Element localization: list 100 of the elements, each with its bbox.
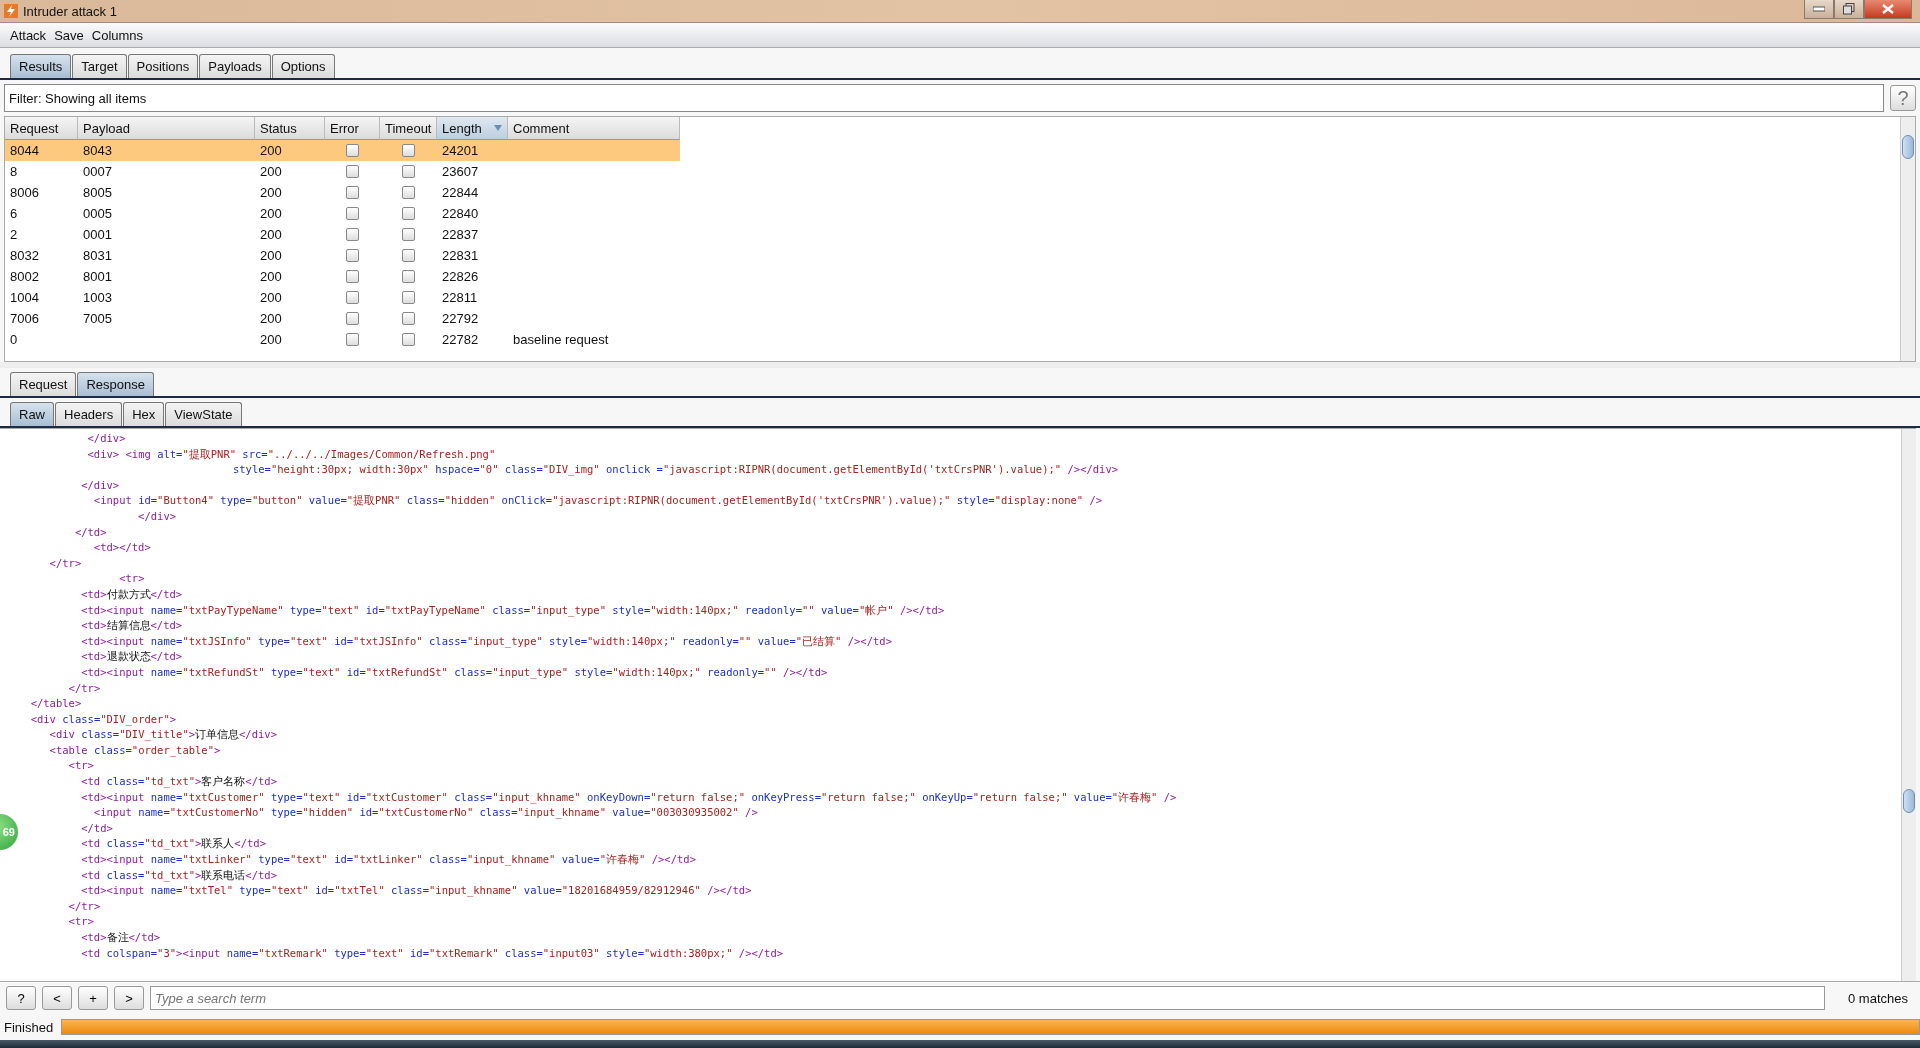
search-button[interactable]: < (42, 986, 72, 1010)
code-line: <td><input name="txtCustomer" type="text" id="txtCustomer" class="input_khname" onKeyDown="return false;" onKeyPress="return false;" onKeyUp="return false;" value="许春梅" /> (80, 789, 1177, 806)
menu-item[interactable]: Attack (10, 27, 47, 43)
scrollbar[interactable] (1901, 429, 1916, 981)
table-cell: 200 (260, 185, 282, 200)
search-button[interactable]: + (78, 986, 108, 1010)
menu-item[interactable]: Save (54, 27, 84, 43)
code-line: </table> (29, 696, 82, 712)
close-icon (1882, 4, 1894, 14)
code-line: <tr> (118, 571, 145, 587)
table-cell: 22792 (442, 311, 479, 326)
close-button[interactable] (1864, 0, 1912, 19)
search-button[interactable]: ? (6, 986, 36, 1010)
tab[interactable]: Hex (123, 402, 165, 426)
filter-bar[interactable]: Filter: Showing all items (4, 84, 1884, 112)
tab[interactable]: Positions (127, 54, 199, 78)
table-row[interactable]: 6 0005 200 22840 (5, 203, 680, 224)
checkbox[interactable] (346, 270, 359, 283)
checkbox[interactable] (346, 312, 359, 325)
tab[interactable]: Headers (55, 402, 123, 426)
code-line: <td></td> (92, 540, 151, 556)
checkbox[interactable] (402, 207, 415, 220)
code-line: <tr> (67, 758, 94, 774)
table-row[interactable]: 0 200 22782 baseline request (5, 329, 680, 350)
checkbox[interactable] (346, 228, 359, 241)
table-cell: 24201 (442, 143, 479, 158)
code-line: </div> (80, 477, 120, 493)
tab[interactable]: ViewState (165, 402, 242, 426)
restore-button[interactable] (1834, 0, 1864, 19)
code-line: <td class="td_txt">客户名称</td> (80, 774, 277, 790)
table-cell: 8031 (83, 248, 112, 263)
checkbox[interactable] (402, 249, 415, 262)
table-row[interactable]: 7006 7005 200 22792 (5, 308, 680, 329)
code-line: <td class="td_txt">联系电话</td> (80, 867, 277, 884)
code-line: <td>备注</td> (80, 930, 161, 945)
tab[interactable]: Options (271, 54, 335, 78)
tab[interactable]: Target (72, 54, 127, 78)
code-line: </tr> (48, 555, 82, 571)
code-line: </div> (137, 508, 177, 524)
code-line: </tr> (67, 680, 101, 696)
code-line: <td>退款状态</td> (80, 649, 183, 665)
table-cell: 200 (260, 269, 282, 284)
checkbox[interactable] (346, 165, 359, 178)
table-cell: 7005 (83, 311, 112, 326)
code-line: <div> <img alt="提取PNR" src="../../../Images/Common/Refresh.png" (86, 446, 496, 462)
table-cell: 8006 (10, 185, 39, 200)
checkbox[interactable] (346, 207, 359, 220)
table-cell: 0007 (83, 164, 112, 179)
checkbox[interactable] (402, 165, 415, 178)
checkbox[interactable] (346, 291, 359, 304)
checkbox[interactable] (402, 333, 415, 346)
table-row[interactable]: 1004 1003 200 22811 (5, 287, 680, 308)
table-row[interactable]: 8006 8005 200 22844 (5, 182, 680, 203)
table-cell: 23607 (442, 164, 479, 179)
checkbox[interactable] (402, 291, 415, 304)
checkbox[interactable] (346, 249, 359, 262)
checkbox[interactable] (402, 228, 415, 241)
code-line: <table class="order_table"> (48, 742, 221, 759)
table-cell: 22840 (442, 206, 479, 221)
checkbox[interactable] (402, 270, 415, 283)
table-row[interactable]: 8 0007 200 23607 (5, 161, 680, 182)
table-cell: 7006 (10, 311, 39, 326)
search-field[interactable]: Type a search term (150, 986, 1825, 1010)
minimize-button[interactable] (1804, 0, 1834, 19)
code-line: <input name="txtCustomerNo" type="hidden" id="txtCustomerNo" class="input_khname" value="003030935002" /> (92, 805, 758, 821)
checkbox[interactable] (402, 144, 415, 157)
table-cell: 0005 (83, 206, 112, 221)
tab[interactable]: Request (10, 372, 77, 396)
checkbox[interactable] (346, 144, 359, 157)
table-cell: 6 (10, 206, 18, 221)
code-line: <div class="DIV_title">订单信息</div> (48, 727, 277, 743)
menu-item[interactable]: Columns (91, 27, 144, 43)
table-row[interactable]: 2 0001 200 22837 (5, 224, 680, 245)
checkbox[interactable] (346, 333, 359, 346)
table-cell: 8044 (10, 143, 39, 158)
code-line: <td><input name="txtTel" type="text" id="txtTel" class="input_khname" value="18201684959/82912946" /></td> (80, 883, 752, 899)
search-button[interactable]: > (114, 986, 144, 1010)
tab[interactable]: Response (77, 372, 154, 396)
code-line: <tr> (67, 914, 94, 930)
help-button[interactable]: ? (1890, 85, 1916, 111)
column-header[interactable]: Length (437, 117, 508, 140)
tab[interactable]: Raw (10, 402, 54, 426)
checkbox[interactable] (346, 186, 359, 199)
scrollbar[interactable] (1900, 117, 1915, 361)
table-cell: 200 (260, 248, 282, 263)
table-cell: 200 (260, 206, 282, 221)
selected-row[interactable]: 8044 8043 200 24201 (5, 140, 680, 161)
code-line: </td> (73, 524, 107, 540)
table-row[interactable]: 8032 8031 200 22831 (5, 245, 680, 266)
code-line: <input id="Button4" type="button" value="提取PNR" class="hidden" onClick="javascript:RIPNR(document.getElementById('txtCrsPNR').value);" style="display:none" /> (92, 493, 1103, 509)
table-cell: 8 (10, 164, 18, 179)
tab[interactable]: Payloads (199, 54, 271, 78)
checkbox[interactable] (402, 312, 415, 325)
code-line: <td>结算信息</td> (80, 618, 183, 634)
table-cell: baseline request (513, 332, 609, 347)
table-row[interactable]: 8002 8001 200 22826 (5, 266, 680, 287)
table-cell: 22844 (442, 185, 479, 200)
checkbox[interactable] (402, 186, 415, 199)
tab[interactable]: Results (10, 54, 72, 78)
minimize-icon (1813, 6, 1825, 12)
